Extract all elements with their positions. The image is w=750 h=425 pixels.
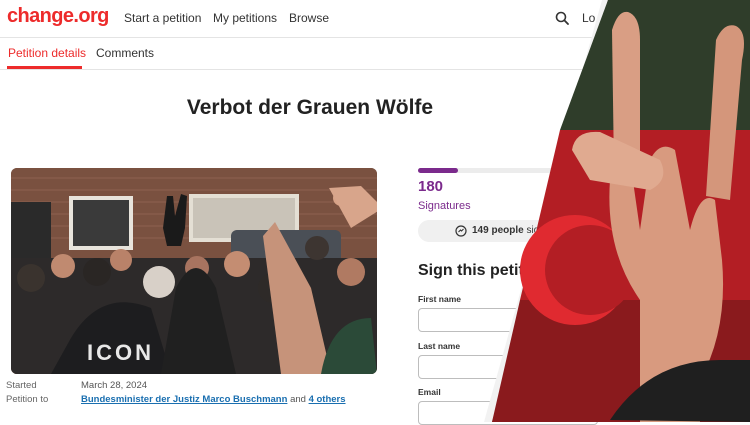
recent-signers-text: 149 people sig	[472, 225, 539, 236]
first-name-label: First name	[418, 294, 461, 304]
tab-petition-details[interactable]: Petition details	[8, 46, 86, 60]
signature-progress-bar	[418, 168, 618, 173]
nav-start-petition[interactable]: Start a petition	[124, 11, 201, 25]
nav-browse[interactable]: Browse	[289, 11, 329, 25]
last-name-label: Last name	[418, 341, 461, 351]
email-label: Email	[418, 387, 441, 397]
petition-photo[interactable]: ICON	[11, 168, 377, 374]
petition-to-label: Petition to	[6, 394, 49, 405]
decision-maker-link[interactable]: Bundesminister der Justiz Marco Buschman…	[81, 394, 287, 405]
signature-count: 180	[418, 178, 444, 195]
signatures-label: Signatures	[418, 200, 471, 212]
nav-my-petitions[interactable]: My petitions	[213, 11, 277, 25]
petition-page: change.org Start a petition My petitions…	[0, 0, 750, 425]
shirt-text: ICON	[87, 340, 154, 365]
started-date: March 28, 2024	[81, 380, 148, 391]
started-label: Started	[6, 380, 37, 391]
search-icon[interactable]	[555, 11, 569, 25]
change-org-logo[interactable]: change.org	[7, 5, 109, 28]
recent-signers-pill: 149 people sig	[418, 220, 598, 242]
active-tab-indicator	[7, 66, 82, 69]
sign-petition-heading: Sign this petit	[418, 262, 524, 279]
others-link[interactable]: 4 others	[309, 394, 346, 405]
recent-signers-count: 149 people	[472, 225, 524, 236]
petition-to-and: and	[290, 394, 306, 405]
petition-title: Verbot der Grauen Wölfe	[186, 96, 434, 119]
petition-tabs: Petition details Comments	[0, 37, 750, 70]
email-field[interactable]	[418, 401, 598, 425]
signature-progress-fill	[418, 168, 458, 173]
top-header: change.org Start a petition My petitions…	[0, 0, 750, 38]
crowd-photo-illustration: ICON	[11, 168, 377, 374]
tab-comments[interactable]: Comments	[96, 46, 154, 60]
hand-signature-icon	[455, 225, 467, 237]
login-link[interactable]: Lo	[582, 11, 595, 25]
recent-signers-rest: sig	[526, 225, 540, 236]
last-name-field[interactable]	[418, 355, 598, 379]
petition-to-value: Bundesminister der Justiz Marco Buschman…	[81, 394, 346, 405]
first-name-field[interactable]	[418, 308, 598, 332]
